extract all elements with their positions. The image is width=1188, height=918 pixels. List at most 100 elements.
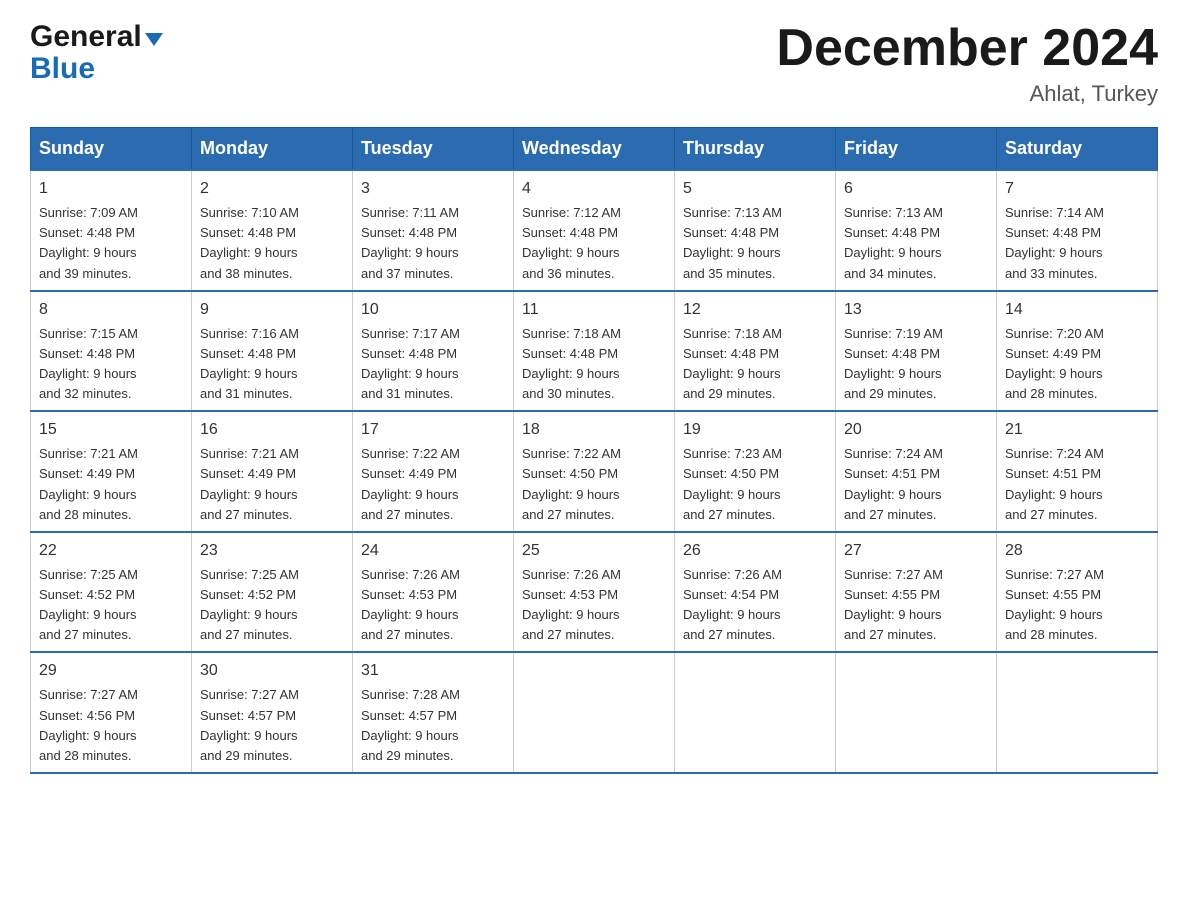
- day-number: 7: [1005, 177, 1149, 201]
- day-info: Sunrise: 7:11 AMSunset: 4:48 PMDaylight:…: [361, 205, 459, 280]
- day-info: Sunrise: 7:25 AMSunset: 4:52 PMDaylight:…: [39, 567, 138, 642]
- day-info: Sunrise: 7:10 AMSunset: 4:48 PMDaylight:…: [200, 205, 299, 280]
- header-tuesday: Tuesday: [353, 128, 514, 171]
- table-row: [836, 652, 997, 773]
- day-number: 3: [361, 177, 505, 201]
- title-section: December 2024 Ahlat, Turkey: [776, 20, 1158, 107]
- day-number: 5: [683, 177, 827, 201]
- day-info: Sunrise: 7:27 AMSunset: 4:55 PMDaylight:…: [844, 567, 943, 642]
- day-info: Sunrise: 7:18 AMSunset: 4:48 PMDaylight:…: [683, 326, 782, 401]
- day-number: 31: [361, 659, 505, 683]
- day-info: Sunrise: 7:13 AMSunset: 4:48 PMDaylight:…: [683, 205, 782, 280]
- table-row: 14 Sunrise: 7:20 AMSunset: 4:49 PMDaylig…: [997, 291, 1158, 412]
- day-number: 14: [1005, 298, 1149, 322]
- day-info: Sunrise: 7:13 AMSunset: 4:48 PMDaylight:…: [844, 205, 943, 280]
- table-row: 29 Sunrise: 7:27 AMSunset: 4:56 PMDaylig…: [31, 652, 192, 773]
- day-number: 6: [844, 177, 988, 201]
- table-row: 10 Sunrise: 7:17 AMSunset: 4:48 PMDaylig…: [353, 291, 514, 412]
- day-number: 19: [683, 418, 827, 442]
- day-info: Sunrise: 7:26 AMSunset: 4:53 PMDaylight:…: [522, 567, 621, 642]
- day-info: Sunrise: 7:19 AMSunset: 4:48 PMDaylight:…: [844, 326, 943, 401]
- table-row: 9 Sunrise: 7:16 AMSunset: 4:48 PMDayligh…: [192, 291, 353, 412]
- day-info: Sunrise: 7:21 AMSunset: 4:49 PMDaylight:…: [39, 446, 138, 521]
- calendar-week-row: 15 Sunrise: 7:21 AMSunset: 4:49 PMDaylig…: [31, 411, 1158, 532]
- logo: General Blue: [30, 20, 163, 84]
- header-saturday: Saturday: [997, 128, 1158, 171]
- calendar-week-row: 1 Sunrise: 7:09 AMSunset: 4:48 PMDayligh…: [31, 170, 1158, 291]
- table-row: 20 Sunrise: 7:24 AMSunset: 4:51 PMDaylig…: [836, 411, 997, 532]
- table-row: 2 Sunrise: 7:10 AMSunset: 4:48 PMDayligh…: [192, 170, 353, 291]
- day-number: 25: [522, 539, 666, 563]
- day-number: 1: [39, 177, 183, 201]
- month-year-title: December 2024: [776, 20, 1158, 77]
- day-info: Sunrise: 7:27 AMSunset: 4:57 PMDaylight:…: [200, 687, 299, 762]
- table-row: 15 Sunrise: 7:21 AMSunset: 4:49 PMDaylig…: [31, 411, 192, 532]
- day-info: Sunrise: 7:17 AMSunset: 4:48 PMDaylight:…: [361, 326, 460, 401]
- table-row: 13 Sunrise: 7:19 AMSunset: 4:48 PMDaylig…: [836, 291, 997, 412]
- day-info: Sunrise: 7:24 AMSunset: 4:51 PMDaylight:…: [1005, 446, 1104, 521]
- day-number: 27: [844, 539, 988, 563]
- day-info: Sunrise: 7:24 AMSunset: 4:51 PMDaylight:…: [844, 446, 943, 521]
- table-row: 8 Sunrise: 7:15 AMSunset: 4:48 PMDayligh…: [31, 291, 192, 412]
- table-row: 1 Sunrise: 7:09 AMSunset: 4:48 PMDayligh…: [31, 170, 192, 291]
- day-number: 12: [683, 298, 827, 322]
- day-number: 15: [39, 418, 183, 442]
- logo-general: General: [30, 20, 142, 54]
- header-friday: Friday: [836, 128, 997, 171]
- day-number: 26: [683, 539, 827, 563]
- table-row: 18 Sunrise: 7:22 AMSunset: 4:50 PMDaylig…: [514, 411, 675, 532]
- table-row: 27 Sunrise: 7:27 AMSunset: 4:55 PMDaylig…: [836, 532, 997, 653]
- table-row: 19 Sunrise: 7:23 AMSunset: 4:50 PMDaylig…: [675, 411, 836, 532]
- day-number: 2: [200, 177, 344, 201]
- day-info: Sunrise: 7:18 AMSunset: 4:48 PMDaylight:…: [522, 326, 621, 401]
- day-info: Sunrise: 7:22 AMSunset: 4:49 PMDaylight:…: [361, 446, 460, 521]
- day-number: 24: [361, 539, 505, 563]
- header-sunday: Sunday: [31, 128, 192, 171]
- day-info: Sunrise: 7:28 AMSunset: 4:57 PMDaylight:…: [361, 687, 460, 762]
- table-row: [997, 652, 1158, 773]
- header-wednesday: Wednesday: [514, 128, 675, 171]
- table-row: [514, 652, 675, 773]
- table-row: 25 Sunrise: 7:26 AMSunset: 4:53 PMDaylig…: [514, 532, 675, 653]
- table-row: 12 Sunrise: 7:18 AMSunset: 4:48 PMDaylig…: [675, 291, 836, 412]
- calendar-week-row: 29 Sunrise: 7:27 AMSunset: 4:56 PMDaylig…: [31, 652, 1158, 773]
- day-number: 30: [200, 659, 344, 683]
- table-row: 24 Sunrise: 7:26 AMSunset: 4:53 PMDaylig…: [353, 532, 514, 653]
- table-row: 28 Sunrise: 7:27 AMSunset: 4:55 PMDaylig…: [997, 532, 1158, 653]
- table-row: 21 Sunrise: 7:24 AMSunset: 4:51 PMDaylig…: [997, 411, 1158, 532]
- table-row: 17 Sunrise: 7:22 AMSunset: 4:49 PMDaylig…: [353, 411, 514, 532]
- day-info: Sunrise: 7:21 AMSunset: 4:49 PMDaylight:…: [200, 446, 299, 521]
- day-number: 22: [39, 539, 183, 563]
- calendar-week-row: 8 Sunrise: 7:15 AMSunset: 4:48 PMDayligh…: [31, 291, 1158, 412]
- header-thursday: Thursday: [675, 128, 836, 171]
- day-info: Sunrise: 7:20 AMSunset: 4:49 PMDaylight:…: [1005, 326, 1104, 401]
- table-row: 4 Sunrise: 7:12 AMSunset: 4:48 PMDayligh…: [514, 170, 675, 291]
- day-number: 21: [1005, 418, 1149, 442]
- day-number: 10: [361, 298, 505, 322]
- table-row: 22 Sunrise: 7:25 AMSunset: 4:52 PMDaylig…: [31, 532, 192, 653]
- table-row: 7 Sunrise: 7:14 AMSunset: 4:48 PMDayligh…: [997, 170, 1158, 291]
- day-info: Sunrise: 7:26 AMSunset: 4:54 PMDaylight:…: [683, 567, 782, 642]
- table-row: 5 Sunrise: 7:13 AMSunset: 4:48 PMDayligh…: [675, 170, 836, 291]
- location-subtitle: Ahlat, Turkey: [776, 81, 1158, 107]
- day-info: Sunrise: 7:23 AMSunset: 4:50 PMDaylight:…: [683, 446, 782, 521]
- day-info: Sunrise: 7:14 AMSunset: 4:48 PMDaylight:…: [1005, 205, 1104, 280]
- logo-triangle-icon: [145, 33, 163, 46]
- day-number: 9: [200, 298, 344, 322]
- day-info: Sunrise: 7:16 AMSunset: 4:48 PMDaylight:…: [200, 326, 299, 401]
- table-row: 6 Sunrise: 7:13 AMSunset: 4:48 PMDayligh…: [836, 170, 997, 291]
- day-number: 23: [200, 539, 344, 563]
- day-number: 13: [844, 298, 988, 322]
- table-row: 26 Sunrise: 7:26 AMSunset: 4:54 PMDaylig…: [675, 532, 836, 653]
- page-header: General Blue December 2024 Ahlat, Turkey: [30, 20, 1158, 107]
- table-row: 30 Sunrise: 7:27 AMSunset: 4:57 PMDaylig…: [192, 652, 353, 773]
- day-info: Sunrise: 7:22 AMSunset: 4:50 PMDaylight:…: [522, 446, 621, 521]
- table-row: 3 Sunrise: 7:11 AMSunset: 4:48 PMDayligh…: [353, 170, 514, 291]
- day-info: Sunrise: 7:09 AMSunset: 4:48 PMDaylight:…: [39, 205, 138, 280]
- day-number: 11: [522, 298, 666, 322]
- table-row: 16 Sunrise: 7:21 AMSunset: 4:49 PMDaylig…: [192, 411, 353, 532]
- calendar-table: Sunday Monday Tuesday Wednesday Thursday…: [30, 127, 1158, 774]
- day-info: Sunrise: 7:25 AMSunset: 4:52 PMDaylight:…: [200, 567, 299, 642]
- table-row: 31 Sunrise: 7:28 AMSunset: 4:57 PMDaylig…: [353, 652, 514, 773]
- day-number: 17: [361, 418, 505, 442]
